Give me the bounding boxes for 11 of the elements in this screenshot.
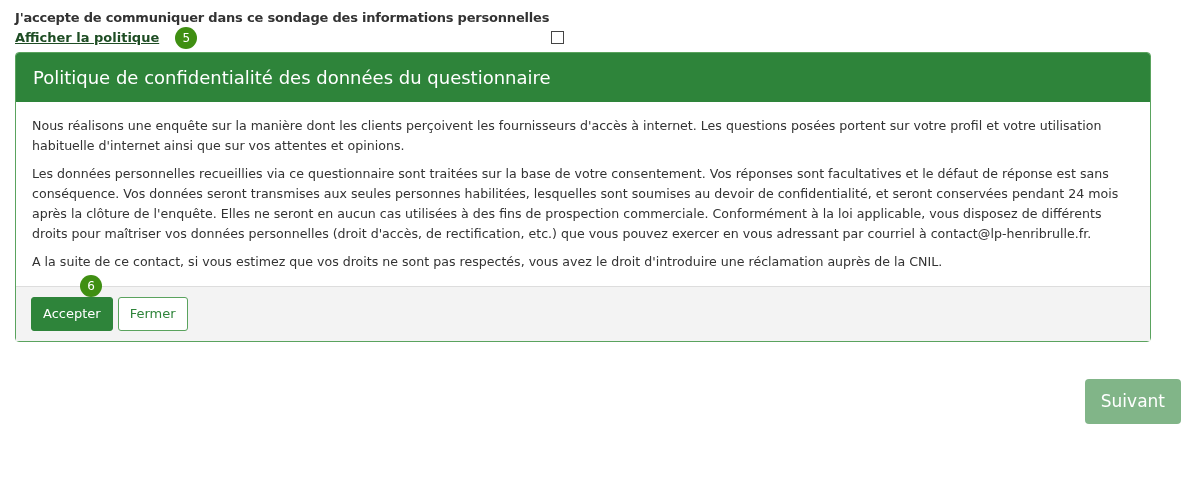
card-title: Politique de confidentialité des données du questionnaire — [16, 52, 1150, 102]
accept-button[interactable]: Accepter — [31, 297, 113, 331]
consent-label: J'accepte de communiquer dans ce sondage des informations personnelles — [15, 10, 550, 25]
policy-paragraph: Les données personnelles recueillies via ce questionnaire sont traitées sur la base de votre consentement. Vos réponses sont facultatives et le défaut de réponse est sans conséquence. Vos données seront transmises aux seules personnes habilitées, lesquelles sont soumises au devoir de confidentialité, et seront conservées pendant 24 mois après la clôture de l'enquête. Elles ne seront en aucun cas utilisées à des fins de prospection commerciale. Conformément à la loi applicable, vous disposez de différents droits pour maîtriser vos données personnelles (droit d'accès, de rectification, etc.) que vous pouvez exercer en vous adressant par courriel à contact@lp-henribrulle.fr. — [32, 164, 1120, 244]
close-button[interactable]: Fermer — [117, 297, 188, 331]
step-badge: 6 — [80, 275, 102, 297]
step-badge: 5 — [175, 26, 198, 49]
policy-link[interactable]: Afficher la politique — [15, 27, 160, 48]
policy-paragraph: Nous réalisons une enquête sur la manière dont les clients perçoivent les fournisseurs d'accès à internet. Les questions posées portent sur votre profil et votre utilisation habituelle d'internet ainsi que sur vos attentes et opinions. — [32, 116, 1103, 155]
consent-checkbox[interactable] — [551, 31, 565, 44]
policy-paragraph: A la suite de ce contact, si vous estimez que vos droits ne sont pas respectés, vous avez le droit d'introduire une réclamation auprès de la CNIL. — [32, 253, 944, 272]
